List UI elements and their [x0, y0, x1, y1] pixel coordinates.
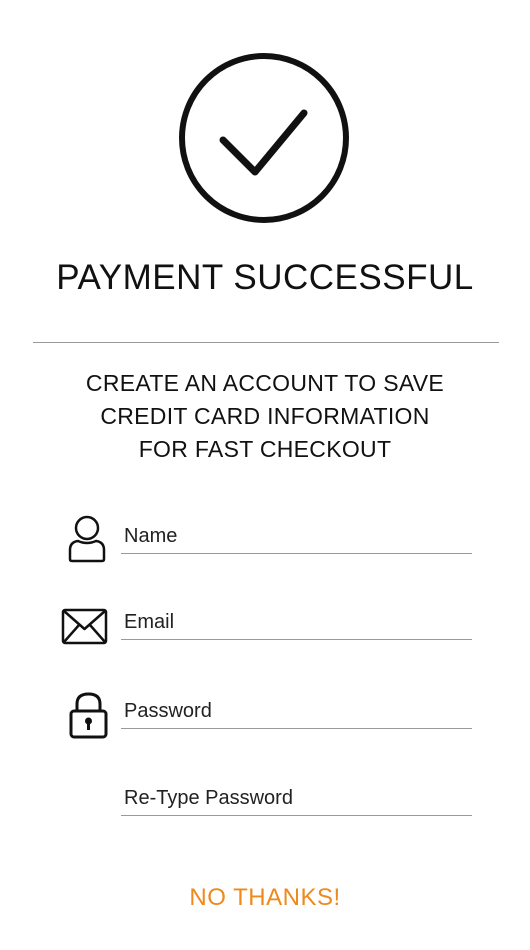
email-field[interactable]	[121, 606, 472, 640]
no-thanks-button[interactable]: NO THANKS!	[0, 884, 530, 912]
promo-line-3: FOR FAST CHECKOUT	[138, 436, 392, 462]
promo-line-1: CREATE AN ACCOUNT TO SAVE	[85, 370, 445, 396]
checkmark-circle-icon	[179, 53, 349, 223]
envelope-icon	[61, 608, 108, 645]
retype-password-field[interactable]	[121, 782, 472, 816]
password-field[interactable]	[121, 695, 472, 729]
promo-line-2: CREDIT CARD INFORMATION	[100, 403, 430, 429]
page-title: PAYMENT SUCCESSFUL	[56, 258, 474, 297]
payment-success-screen: PAYMENT SUCCESSFUL CREATE AN ACCOUNT TO …	[0, 0, 530, 950]
user-icon	[68, 515, 106, 563]
account-promo-text: CREATE AN ACCOUNT TO SAVE CREDIT CARD IN…	[0, 367, 530, 466]
name-field[interactable]	[121, 520, 472, 554]
divider	[33, 342, 499, 343]
lock-icon	[69, 692, 108, 739]
